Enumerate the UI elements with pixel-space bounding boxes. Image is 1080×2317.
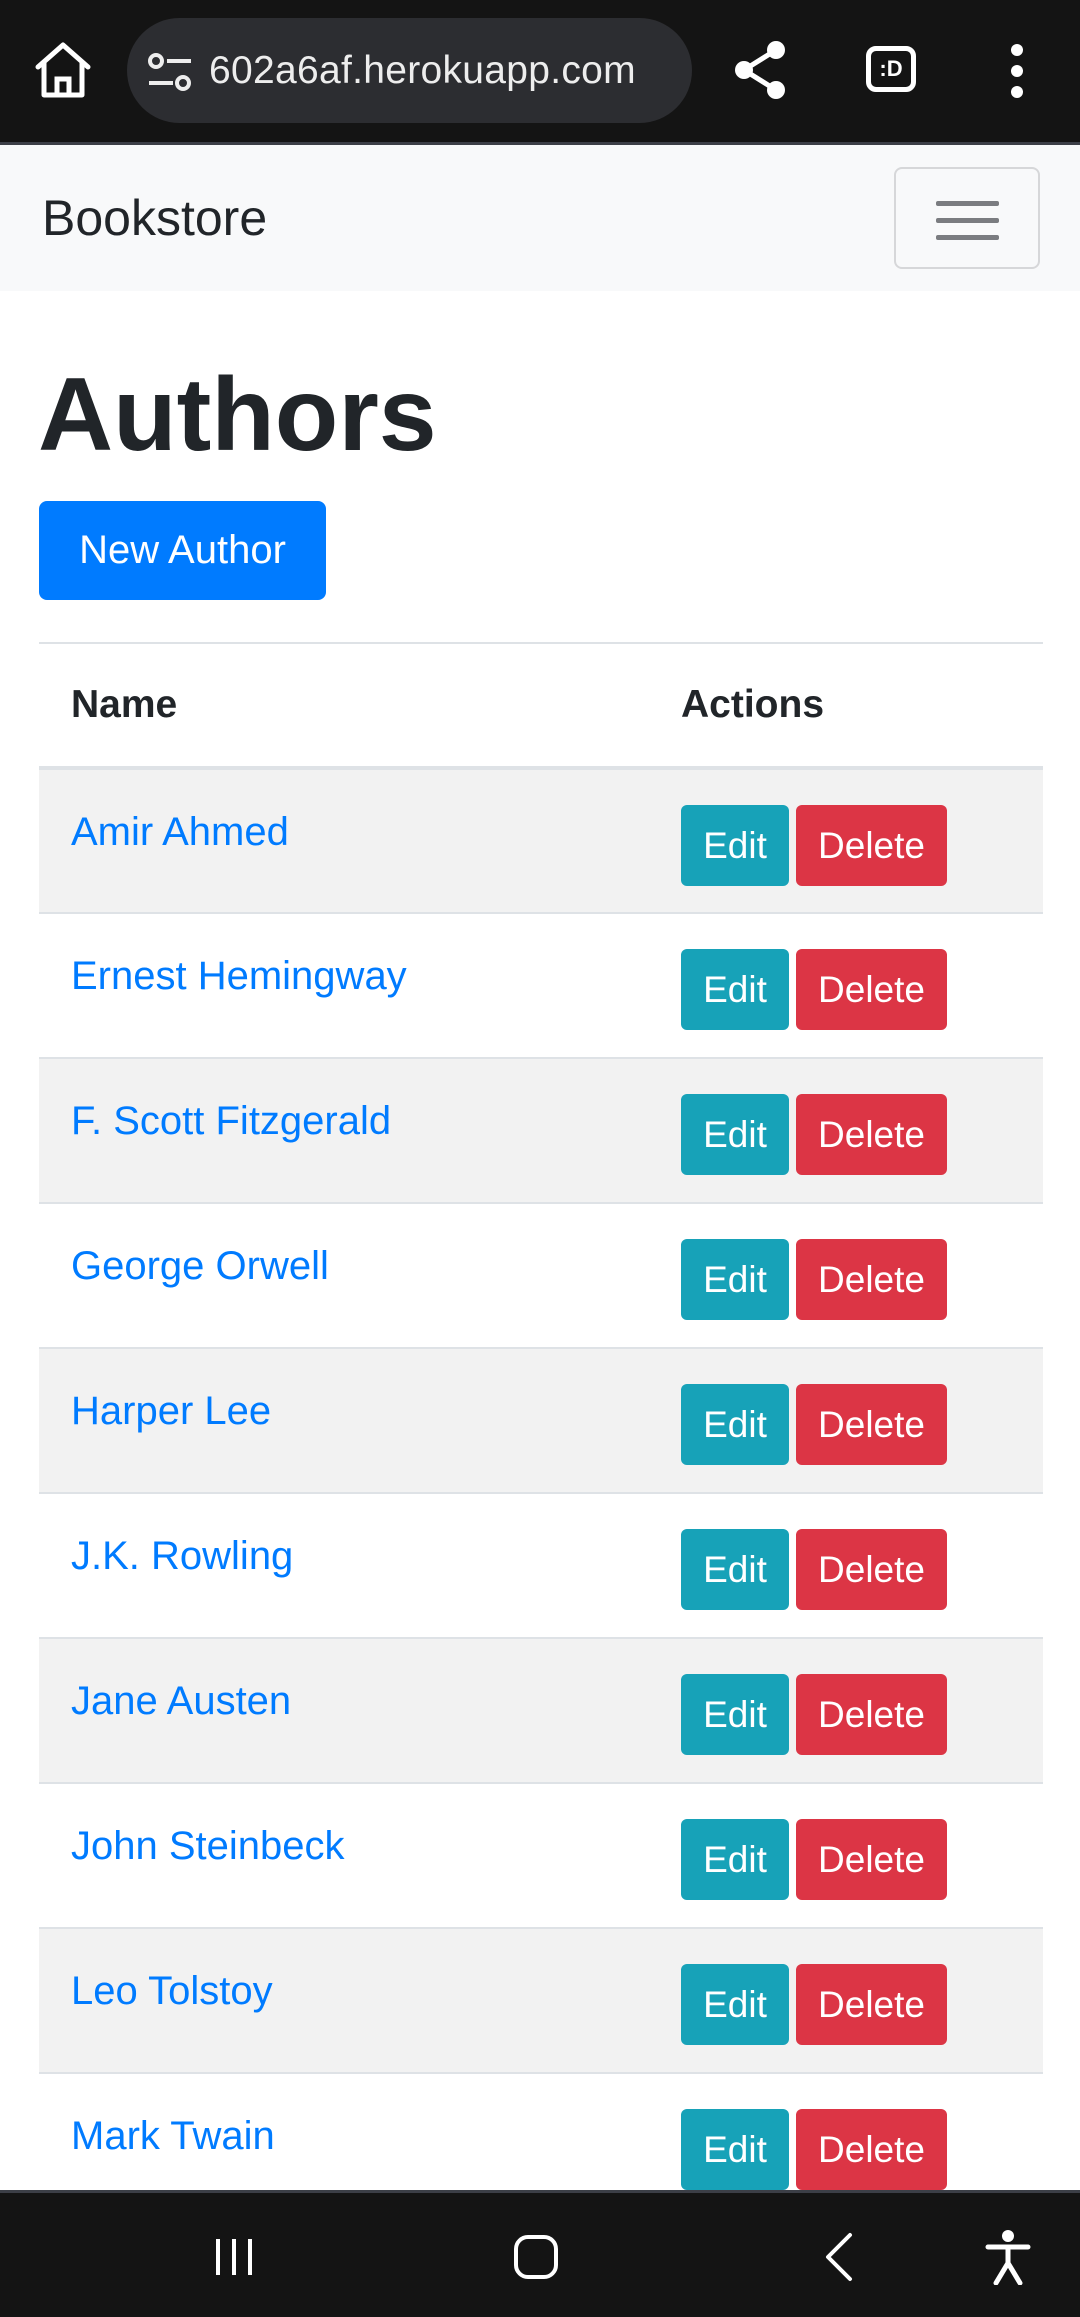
recents-icon[interactable] [212,2235,256,2279]
browser-toolbar: 602a6af.herokuapp.com :D [0,0,1080,145]
authors-table: Name Actions Amir Ahmed Edit Delete Ernest … [39,642,1043,2219]
column-header-actions: Actions [649,642,1043,770]
table-row: F. Scott Fitzgerald Edit Delete [39,1058,1043,1203]
author-link[interactable]: John Steinbeck [71,1784,649,1869]
actions-cell: Edit Delete [649,913,1043,1058]
table-row: Leo Tolstoy Edit Delete [39,1928,1043,2073]
actions-cell: Edit Delete [649,1638,1043,1783]
table-row: J.K. Rowling Edit Delete [39,1493,1043,1638]
navbar-brand[interactable]: Bookstore [42,145,267,291]
delete-button[interactable]: Delete [796,1529,947,1610]
author-link[interactable]: Amir Ahmed [71,770,649,855]
delete-button[interactable]: Delete [796,1239,947,1320]
edit-button[interactable]: Edit [681,1094,789,1175]
author-name-cell: George Orwell [39,1203,649,1348]
table-row: John Steinbeck Edit Delete [39,1783,1043,1928]
delete-button[interactable]: Delete [796,1674,947,1755]
site-navbar: Bookstore [0,145,1080,291]
author-link[interactable]: Jane Austen [71,1639,649,1724]
author-link[interactable]: Mark Twain [71,2074,649,2159]
edit-button[interactable]: Edit [681,2109,789,2190]
table-row: George Orwell Edit Delete [39,1203,1043,1348]
share-icon[interactable] [732,40,788,100]
actions-cell: Edit Delete [649,1348,1043,1493]
site-settings-icon[interactable] [147,50,193,94]
delete-button[interactable]: Delete [796,1094,947,1175]
back-icon[interactable] [822,2231,856,2283]
actions-cell: Edit Delete [649,1203,1043,1348]
edit-button[interactable]: Edit [681,1529,789,1610]
more-vert-icon[interactable] [1000,42,1034,100]
author-link[interactable]: F. Scott Fitzgerald [71,1059,649,1144]
author-name-cell: Ernest Hemingway [39,913,649,1058]
author-name-cell: Jane Austen [39,1638,649,1783]
actions-cell: Edit Delete [649,1493,1043,1638]
author-link[interactable]: J.K. Rowling [71,1494,649,1579]
actions-cell: Edit Delete [649,1058,1043,1203]
author-name-cell: J.K. Rowling [39,1493,649,1638]
author-link[interactable]: Ernest Hemingway [71,914,649,999]
delete-button[interactable]: Delete [796,2109,947,2190]
home-icon[interactable] [512,2233,560,2281]
delete-button[interactable]: Delete [796,805,947,886]
tabs-icon[interactable]: :D [866,46,916,92]
edit-button[interactable]: Edit [681,1674,789,1755]
address-bar[interactable]: 602a6af.herokuapp.com [127,18,692,123]
author-name-cell: Harper Lee [39,1348,649,1493]
edit-button[interactable]: Edit [681,1819,789,1900]
table-row: Jane Austen Edit Delete [39,1638,1043,1783]
accessibility-icon[interactable] [984,2229,1032,2285]
edit-button[interactable]: Edit [681,949,789,1030]
system-nav-bar [0,2190,1080,2317]
url-text[interactable]: 602a6af.herokuapp.com [209,18,636,123]
delete-button[interactable]: Delete [796,1384,947,1465]
delete-button[interactable]: Delete [796,1819,947,1900]
table-row: Amir Ahmed Edit Delete [39,768,1043,913]
table-row: Harper Lee Edit Delete [39,1348,1043,1493]
edit-button[interactable]: Edit [681,1964,789,2045]
new-author-button[interactable]: New Author [39,501,326,600]
actions-cell: Edit Delete [649,1783,1043,1928]
table-header-row: Name Actions [39,642,1043,770]
author-name-cell: Amir Ahmed [39,768,649,913]
author-name-cell: John Steinbeck [39,1783,649,1928]
home-icon[interactable] [30,37,96,103]
author-name-cell: F. Scott Fitzgerald [39,1058,649,1203]
actions-cell: Edit Delete [649,768,1043,913]
navbar-toggler[interactable] [894,167,1040,269]
author-name-cell: Leo Tolstoy [39,1928,649,2073]
column-header-name: Name [39,642,649,770]
actions-cell: Edit Delete [649,1928,1043,2073]
page-title: Authors [38,357,437,473]
edit-button[interactable]: Edit [681,805,789,886]
delete-button[interactable]: Delete [796,949,947,1030]
edit-button[interactable]: Edit [681,1239,789,1320]
tabs-label: :D [879,56,903,81]
delete-button[interactable]: Delete [796,1964,947,2045]
author-link[interactable]: Leo Tolstoy [71,1929,649,2014]
table-row: Ernest Hemingway Edit Delete [39,913,1043,1058]
edit-button[interactable]: Edit [681,1384,789,1465]
author-link[interactable]: Harper Lee [71,1349,649,1434]
author-link[interactable]: George Orwell [71,1204,649,1289]
